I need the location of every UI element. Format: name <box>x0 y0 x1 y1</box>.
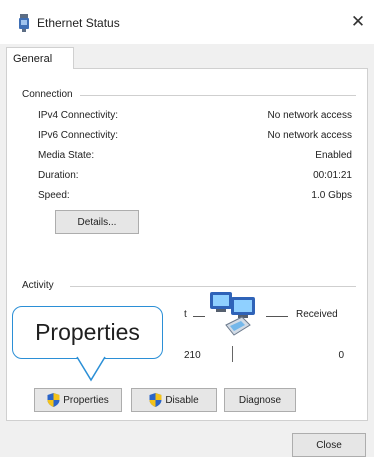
connection-group-line <box>80 95 356 96</box>
disable-button[interactable]: Disable <box>131 388 217 412</box>
callout-tail <box>76 356 106 382</box>
duration-value: 00:01:21 <box>313 170 352 181</box>
properties-button[interactable]: Properties <box>34 388 122 412</box>
uac-shield-icon <box>47 393 60 407</box>
speed-value: 1.0 Gbps <box>311 190 352 201</box>
media-state-label: Media State: <box>38 150 95 161</box>
received-label: Received <box>296 309 338 320</box>
window-title: Ethernet Status <box>37 16 120 30</box>
speed-label: Speed: <box>38 190 70 201</box>
disable-button-label: Disable <box>165 394 199 406</box>
title-bar: Ethernet Status ✕ <box>0 0 374 44</box>
activity-group-label: Activity <box>22 280 58 291</box>
ipv6-connectivity-value: No network access <box>267 130 352 141</box>
connection-group-label: Connection <box>22 89 77 100</box>
close-button[interactable]: Close <box>292 433 366 457</box>
duration-label: Duration: <box>38 170 79 181</box>
tab-general[interactable]: General <box>6 47 74 69</box>
network-computers-icon <box>210 292 255 336</box>
media-state-value: Enabled <box>315 150 352 161</box>
sent-dash <box>193 316 205 317</box>
close-window-button[interactable]: ✕ <box>348 11 368 33</box>
ipv6-connectivity-label: IPv6 Connectivity: <box>38 130 119 141</box>
details-button[interactable]: Details... <box>55 210 139 234</box>
received-dash <box>266 316 288 317</box>
sent-value: 210 <box>184 350 201 361</box>
properties-button-label: Properties <box>63 394 109 406</box>
ipv4-connectivity-value: No network access <box>267 110 352 121</box>
received-value: 0 <box>338 350 344 361</box>
activity-divider <box>232 346 233 362</box>
diagnose-button[interactable]: Diagnose <box>224 388 296 412</box>
uac-shield-icon <box>149 393 162 407</box>
ethernet-adapter-icon <box>19 14 29 32</box>
ipv4-connectivity-label: IPv4 Connectivity: <box>38 110 119 121</box>
properties-callout: Properties <box>12 306 163 359</box>
sent-label: t <box>184 309 187 320</box>
